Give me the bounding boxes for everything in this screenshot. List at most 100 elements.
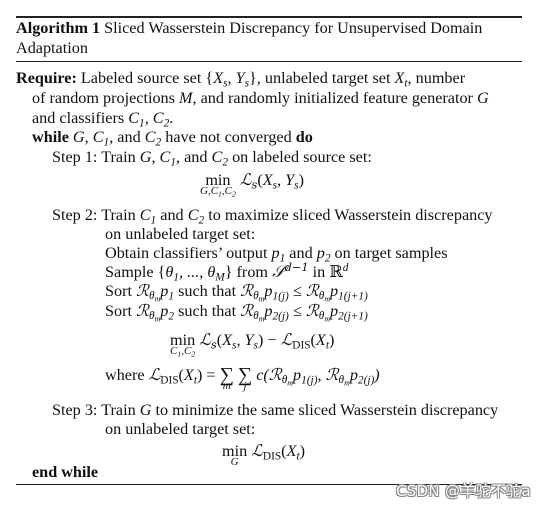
math-Rd: ℝd xyxy=(329,261,349,281)
math-Xt: Xt xyxy=(286,442,300,463)
math-cost: c(ℛθmp1(j), ℛθmp2(j)) xyxy=(256,365,380,388)
math-p1: p1 xyxy=(271,244,286,265)
step-1-line: Step 1: Train G, C1, and C2 on labeled s… xyxy=(52,147,372,169)
step-3-line: Step 3: Train G to minimize the same sli… xyxy=(52,400,498,420)
step-text: Train xyxy=(101,401,140,419)
require-text: Labeled source set { xyxy=(80,69,214,87)
while-keyword: while xyxy=(32,128,69,146)
require-line-2: of random projections M, and randomly in… xyxy=(32,88,489,108)
step-text: Sort xyxy=(105,282,137,300)
end-while-keyword: end while xyxy=(32,463,99,481)
math-p2: p2 xyxy=(316,244,331,265)
math-Ldis: ℒDIS xyxy=(251,441,282,463)
while-line: while G, C1, and C2 have not converged d… xyxy=(32,127,313,149)
min-subscript: C1,C2 xyxy=(170,345,196,359)
step-text: } from xyxy=(224,263,273,281)
require-text: }, unlabeled target set xyxy=(249,69,395,87)
math-C2: C2 xyxy=(211,148,229,169)
require-text: of random projections xyxy=(32,89,179,107)
step-3-equation: min G ℒDIS(Xt) xyxy=(222,441,305,468)
math-G: G xyxy=(139,401,152,419)
min-operator: min G xyxy=(222,441,247,468)
math-G: G xyxy=(72,128,85,146)
math-C2: C2 xyxy=(187,206,205,227)
min-operator: min G,C1,C2 xyxy=(200,170,236,199)
math-Ls: ℒs xyxy=(239,170,258,192)
math-Xt: Xt xyxy=(183,366,197,387)
while-text: , and xyxy=(109,128,145,146)
math-Xs: Xs, Ys xyxy=(222,331,258,352)
require-text: , number xyxy=(407,69,466,87)
math-sort-p2: ℛθmp2(j) ≤ ℛθmp2(j+1) xyxy=(240,301,368,324)
step-text: Sample { xyxy=(105,263,166,281)
math-radon-p1: ℛθmp1 xyxy=(136,281,175,304)
caption-rule xyxy=(16,61,522,62)
step-text: where xyxy=(105,366,149,384)
do-keyword: do xyxy=(295,128,313,146)
require-line-1: Require: Labeled source set {Xs, Ys}, un… xyxy=(16,68,466,90)
step-text: such that xyxy=(174,282,241,300)
step-1-label: Step 1: xyxy=(52,148,98,166)
step-text: Sort xyxy=(105,302,137,320)
math-Ldis: ℒDIS xyxy=(148,365,179,387)
algorithm-caption-line2: Adaptation xyxy=(16,39,88,57)
min-operator: min C1,C2 xyxy=(170,330,196,359)
algorithm-title: Sliced Wasserstein Discrepancy for Unsup… xyxy=(104,19,483,37)
algorithm-label: Algorithm 1 xyxy=(16,19,101,37)
math-C1: C1 xyxy=(92,128,110,149)
step-text: Train xyxy=(101,206,140,224)
math-C1-C2: C1, C2 xyxy=(128,109,170,130)
min-subscript: G,C1,C2 xyxy=(200,185,236,199)
sum-m: ∑ m xyxy=(220,365,234,392)
math-Ldis: ℒDIS xyxy=(280,330,311,352)
step-text: Train xyxy=(101,148,140,166)
sum-j: ∑ j xyxy=(238,365,252,392)
algorithm-caption: Algorithm 1 Sliced Wasserstein Discrepan… xyxy=(16,18,482,38)
substep-sort-p1: Sort ℛθmp1 such that ℛθmp1(j) ≤ ℛθmp1(j+… xyxy=(105,281,368,304)
math-G: G xyxy=(477,89,489,107)
step-2-line-2: on unlabeled target set: xyxy=(105,225,256,243)
step-2-where: where ℒDIS(Xt) = ∑ m ∑ j c(ℛθmp1(j), ℛθmp2… xyxy=(105,364,380,392)
substep-sample: Sample {θ1, ..., θM} from 𝒮d−1 in ℝd xyxy=(105,259,349,284)
require-line-3: and classifiers C1, C2. xyxy=(32,108,174,130)
step-text: on target samples xyxy=(330,244,448,262)
require-text: and classifiers xyxy=(32,109,129,127)
watermark: CSDN @羊驼不驼a xyxy=(395,482,531,500)
while-text: have not converged xyxy=(161,128,296,146)
step-2-line: Step 2: Train C1 and C2 to maximize slic… xyxy=(52,205,493,227)
require-text: . xyxy=(169,109,174,127)
step-text: and xyxy=(156,206,188,224)
step-2-equation: min C1,C2 ℒs(Xs, Ys) − ℒDIS(Xt) xyxy=(170,330,335,359)
step-2-label: Step 2: xyxy=(52,206,98,224)
step-3-line-2: on unlabeled target set: xyxy=(105,420,256,438)
substep-obtain: Obtain classifiers’ output p1 and p2 on … xyxy=(105,243,448,265)
step-text: Obtain classifiers’ output xyxy=(105,244,272,262)
math-radon-p2: ℛθmp2 xyxy=(136,301,175,324)
math-C1: C1 xyxy=(159,148,177,169)
math-Xs: Xs, Ys xyxy=(213,69,250,90)
step-text: to maximize sliced Wasserstein discrepan… xyxy=(204,206,493,224)
math-sort-p1: ℛθmp1(j) ≤ ℛθmp1(j+1) xyxy=(240,281,368,304)
math-M: M xyxy=(179,89,193,107)
step-text: such that xyxy=(174,302,241,320)
step-1-equation: min G,C1,C2 ℒs(Xs, Ys) xyxy=(200,170,304,199)
math-C1: C1 xyxy=(139,206,157,227)
require-text: , and randomly initialized feature gener… xyxy=(192,89,477,107)
substep-sort-p2: Sort ℛθmp2 such that ℛθmp2(j) ≤ ℛθmp2(j+… xyxy=(105,301,368,324)
math-C2: C2 xyxy=(144,128,162,149)
step-text: , and xyxy=(176,148,212,166)
math-Xs: Xs, Ys xyxy=(262,171,299,192)
math-Xt: Xt xyxy=(394,69,408,90)
step-text: , xyxy=(151,148,160,166)
step-text: to minimize the same sliced Wasserstein … xyxy=(151,401,499,419)
math-sphere: 𝒮d−1 xyxy=(272,259,309,281)
step-text: on labeled source set: xyxy=(228,148,372,166)
math-Xt: Xt xyxy=(315,331,329,352)
math-theta: θ1, ..., θM xyxy=(165,263,225,284)
require-label: Require: xyxy=(16,69,77,87)
while-text: , xyxy=(84,128,93,146)
step-text: in xyxy=(308,263,330,281)
math-Ls: ℒs xyxy=(199,330,217,352)
step-3-label: Step 3: xyxy=(52,401,98,419)
math-G: G xyxy=(139,148,152,166)
